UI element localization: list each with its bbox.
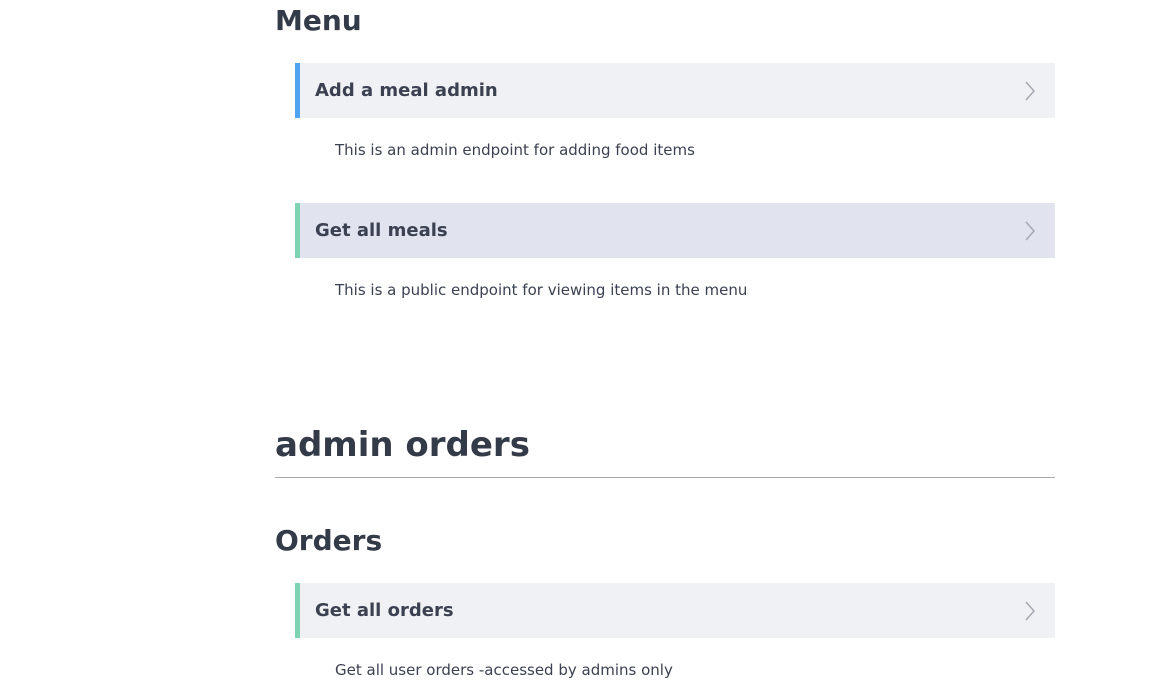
operation-get-all-meals[interactable]: Get all meals bbox=[295, 203, 1055, 258]
section-title-menu: Menu bbox=[275, 4, 362, 37]
operation-description: This is a public endpoint for viewing it… bbox=[335, 281, 748, 299]
chevron-right-icon[interactable] bbox=[1023, 219, 1037, 243]
chevron-right-icon[interactable] bbox=[1023, 79, 1037, 103]
section-title-orders: Orders bbox=[275, 524, 383, 557]
operation-get-all-orders[interactable]: Get all orders bbox=[295, 583, 1055, 638]
group-divider bbox=[275, 477, 1055, 478]
group-title-admin-orders: admin orders bbox=[275, 425, 530, 465]
operation-add-meal-admin[interactable]: Add a meal admin bbox=[295, 63, 1055, 118]
operation-title: Get all orders bbox=[315, 600, 454, 621]
chevron-right-icon[interactable] bbox=[1023, 599, 1037, 623]
operation-title: Get all meals bbox=[315, 220, 448, 241]
operation-description: This is an admin endpoint for adding foo… bbox=[335, 141, 695, 159]
operation-title: Add a meal admin bbox=[315, 80, 498, 101]
operation-description: Get all user orders -accessed by admins … bbox=[335, 661, 673, 679]
